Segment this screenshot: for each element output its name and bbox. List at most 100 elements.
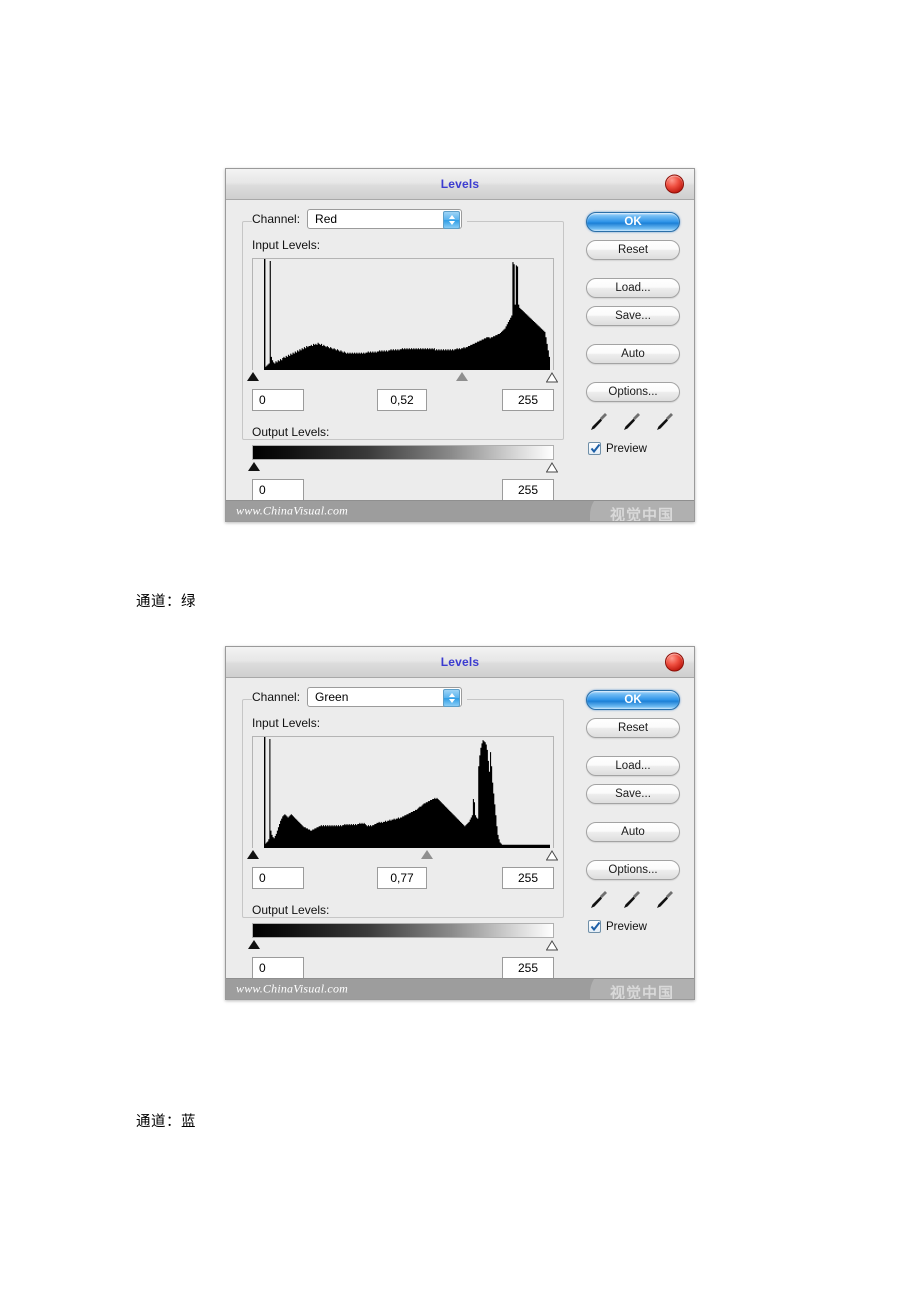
dialog-titlebar[interactable]: Levels [226,169,694,200]
channel-label: Channel: [252,690,301,704]
levels-left-pane: Channel: Red Input Levels: 0 0,52 255 Ou… [242,208,564,501]
preview-label: Preview [606,920,647,933]
watermark-logo: 视觉中国 www.ChinaVisual.com [590,501,694,521]
output-levels-label: Output Levels: [252,903,330,917]
watermark-strip: www.ChinaVisual.com 视觉中国 www.ChinaVisual… [226,978,694,999]
auto-button[interactable]: Auto [586,822,680,842]
input-slider-track[interactable] [247,370,559,384]
preview-checkbox[interactable] [588,920,601,933]
chevron-down-icon [448,221,455,225]
levels-left-pane: Channel: Green Input Levels: 0 0,77 255 … [242,686,564,979]
close-icon[interactable] [665,174,684,194]
channel-selected-value: Red [315,212,338,226]
options-button[interactable]: Options... [586,382,680,402]
input-histogram [252,736,554,848]
white-point-eyedropper-icon[interactable] [654,888,676,910]
input-slider-track[interactable] [247,848,559,862]
caption-green: 通道：绿 [136,594,196,610]
channel-row: Channel: Red [252,208,467,230]
input-values-row: 0 0,52 255 [252,389,554,411]
output-white-point-slider[interactable] [546,940,559,951]
dialog-button-column: OK Reset Load... Save... Auto Options... [586,212,682,455]
check-icon [590,443,601,454]
chevron-up-icon [448,693,455,697]
reset-button[interactable]: Reset [586,718,680,738]
chevron-updown-icon[interactable] [443,689,461,707]
output-white-field[interactable]: 255 [502,479,554,501]
black-point-eyedropper-icon[interactable] [588,410,610,432]
input-gamma-slider[interactable] [421,850,434,859]
preview-row[interactable]: Preview [588,920,682,933]
output-levels-label: Output Levels: [252,425,330,439]
watermark-logo-cn: 视觉中国 [609,984,674,999]
output-levels-section: Output Levels: 0 255 [247,423,559,501]
dialog-titlebar[interactable]: Levels [226,647,694,678]
chevron-down-icon [448,699,455,703]
input-white-field[interactable]: 255 [502,389,554,411]
watermark-logo-cn: 视觉中国 [609,506,674,521]
document-page: Levels Channel: Red Input Levels: 0 0,52… [0,0,920,1302]
watermark-strip: www.ChinaVisual.com 视觉中国 www.ChinaVisual… [226,500,694,521]
histogram-plot [253,259,553,370]
gray-point-eyedropper-icon[interactable] [621,410,643,432]
caption-blue: 通道：蓝 [136,1114,196,1130]
histogram-spike-left [264,737,266,848]
input-gamma-slider[interactable] [455,372,468,381]
save-button[interactable]: Save... [586,306,680,326]
white-point-eyedropper-icon[interactable] [654,410,676,432]
dialog-body: Channel: Red Input Levels: 0 0,52 255 Ou… [226,200,694,501]
preview-label: Preview [606,442,647,455]
check-icon [590,921,601,932]
input-levels-label: Input Levels: [252,716,321,730]
load-button[interactable]: Load... [586,756,680,776]
input-black-point-slider[interactable] [247,372,260,381]
preview-checkbox[interactable] [588,442,601,455]
output-black-point-slider[interactable] [247,940,260,949]
watermark-logo: 视觉中国 www.ChinaVisual.com [590,979,694,999]
output-slider-track[interactable] [247,460,559,474]
input-black-field[interactable]: 0 [252,867,304,889]
reset-button[interactable]: Reset [586,240,680,260]
histogram-plot [253,737,553,848]
levels-dialog-red[interactable]: Levels Channel: Red Input Levels: 0 0,52… [225,168,695,522]
options-button[interactable]: Options... [586,860,680,880]
input-gamma-field[interactable]: 0,77 [377,867,427,889]
input-gamma-field[interactable]: 0,52 [377,389,427,411]
input-black-field[interactable]: 0 [252,389,304,411]
output-gradient-bar [252,445,554,460]
output-levels-section: Output Levels: 0 255 [247,901,559,979]
dialog-title: Levels [440,177,480,191]
ok-button[interactable]: OK [586,690,680,710]
preview-row[interactable]: Preview [588,442,682,455]
save-button[interactable]: Save... [586,784,680,804]
channel-row: Channel: Green [252,686,467,708]
output-white-field[interactable]: 255 [502,957,554,979]
input-white-point-slider[interactable] [546,850,559,861]
chevron-updown-icon[interactable] [443,211,461,229]
output-black-field[interactable]: 0 [252,957,304,979]
output-slider-track[interactable] [247,938,559,952]
ok-button[interactable]: OK [586,212,680,232]
close-icon[interactable] [665,652,684,672]
black-point-eyedropper-icon[interactable] [588,888,610,910]
input-white-field[interactable]: 255 [502,867,554,889]
histogram-spike-left [264,259,266,370]
output-black-field[interactable]: 0 [252,479,304,501]
channel-select[interactable]: Red [307,209,463,229]
channel-select[interactable]: Green [307,687,463,707]
input-levels-label: Input Levels: [252,238,321,252]
output-white-point-slider[interactable] [546,462,559,473]
output-black-point-slider[interactable] [247,462,260,471]
chevron-up-icon [448,215,455,219]
gray-point-eyedropper-icon[interactable] [621,888,643,910]
input-white-point-slider[interactable] [546,372,559,383]
channel-label: Channel: [252,212,301,226]
levels-dialog-green[interactable]: Levels Channel: Green Input Levels: 0 0,… [225,646,695,1000]
dialog-title: Levels [440,655,480,669]
watermark-url: www.ChinaVisual.com [236,981,349,996]
input-values-row: 0 0,77 255 [252,867,554,889]
load-button[interactable]: Load... [586,278,680,298]
dialog-body: Channel: Green Input Levels: 0 0,77 255 … [226,678,694,979]
auto-button[interactable]: Auto [586,344,680,364]
input-black-point-slider[interactable] [247,850,260,859]
